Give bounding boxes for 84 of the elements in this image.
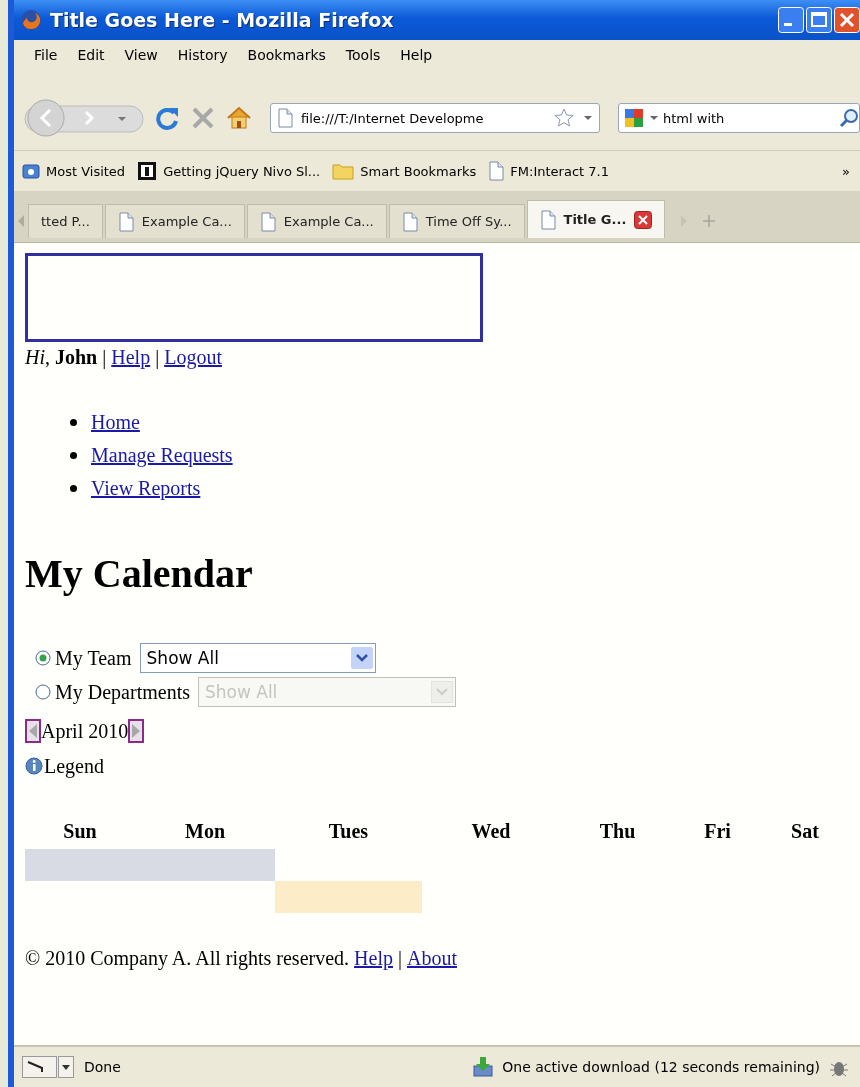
day-header: Mon [184,818,226,844]
bookmark-item[interactable]: Getting jQuery Nivo Sl... [137,161,321,181]
text-link[interactable]: Help [111,346,151,369]
stop-icon[interactable] [190,105,216,131]
separator-text: | [102,346,107,369]
address-field[interactable]: file:///T:/Internet Developme [270,103,600,133]
browser-tab[interactable]: Time Off Sy... [388,204,525,238]
nav-link[interactable]: Manage Requests [91,444,233,467]
dropdown-icon[interactable] [649,113,659,123]
calendar-event-cell[interactable] [275,881,422,913]
bullet-icon [70,452,77,459]
legend-label[interactable]: Legend [44,754,104,778]
download-status[interactable]: One active download (12 seconds remaining) [502,1059,820,1075]
site-icon [137,161,158,181]
star-icon[interactable] [553,107,575,129]
home-icon[interactable] [226,105,252,131]
status-text: Done [84,1059,121,1075]
calendar-event-cell[interactable] [135,849,275,881]
firefox-logo-icon [20,9,42,31]
close-icon[interactable] [834,7,860,33]
cursor-tool-icon[interactable] [22,1056,74,1078]
browser-tab[interactable]: Example Ca... [104,204,245,238]
bookmark-item[interactable]: Smart Bookmarks [332,162,477,180]
menu-item[interactable]: Tools [335,45,391,65]
nav-link[interactable]: Home [91,411,140,434]
bullet-icon [70,485,77,492]
browser-tab[interactable]: Example Ca... [246,204,387,238]
folder-icon [332,162,355,180]
download-icon[interactable] [472,1056,495,1078]
bullet-icon [70,419,77,426]
radio-label: My Departments [55,680,190,704]
menu-item[interactable]: Help [390,45,443,65]
day-header: Thu [598,818,637,844]
close-tab-icon[interactable] [634,210,653,229]
search-field[interactable]: html with [618,103,860,133]
page-icon [259,211,276,232]
bookmarks-overflow[interactable]: » [842,163,860,179]
day-header: Fri [703,818,732,844]
page-icon [539,209,556,230]
info-icon[interactable] [25,757,43,775]
bookmark-item[interactable]: FM:Interact 7.1 [488,161,609,181]
text-link[interactable]: Help [354,947,393,970]
radio-button[interactable] [35,650,51,666]
page-heading: My Calendar [25,550,254,597]
text-link[interactable]: About [406,947,457,970]
calendar-event-cell[interactable] [25,849,135,881]
separator-text: | [397,947,402,970]
day-header: Sun [62,818,98,844]
menu-item[interactable]: Bookmarks [237,45,336,65]
text-link[interactable]: Logout [164,346,222,369]
previous-month-icon[interactable] [25,719,41,743]
line-text: © 2010 Company A. All rights reserved. [25,947,350,970]
page-icon [117,211,134,232]
day-header: Sat [790,818,820,844]
minimize-icon[interactable] [778,7,804,33]
separator-text: | [155,346,160,369]
day-header: Wed [470,818,512,844]
colored-squares-icon [623,107,645,129]
page-icon [277,108,293,128]
menu-item[interactable]: Edit [67,45,115,65]
menu-item[interactable]: History [167,45,238,65]
month-label: April 2010 [41,719,129,743]
radio-label: My Team [55,646,132,670]
page-icon [488,161,505,181]
bookmark-item[interactable]: Most Visited [22,162,126,180]
page-icon [401,211,418,232]
chevron-icon [350,647,373,669]
browser-tab[interactable]: Title G... [526,200,666,238]
day-header: Tues [327,818,370,844]
browser-tab[interactable]: tted P... [28,204,103,238]
folder-icon [22,162,40,180]
search-icon[interactable] [839,108,859,128]
line-text: Hi, John [25,346,98,369]
window-title: Title Goes Here - Mozilla Firefox [50,9,395,31]
nav-link[interactable]: View Reports [91,477,201,500]
maximize-icon[interactable] [806,7,832,33]
radio-button[interactable] [35,684,51,700]
reload-icon[interactable] [154,105,180,131]
dropdown-select[interactable]: Show All [139,643,376,673]
menu-item[interactable]: File [24,45,68,65]
dropdown-icon[interactable] [583,113,593,123]
chevron-icon [431,681,453,703]
menu-item[interactable]: View [114,45,168,65]
next-month-icon[interactable] [128,719,145,743]
